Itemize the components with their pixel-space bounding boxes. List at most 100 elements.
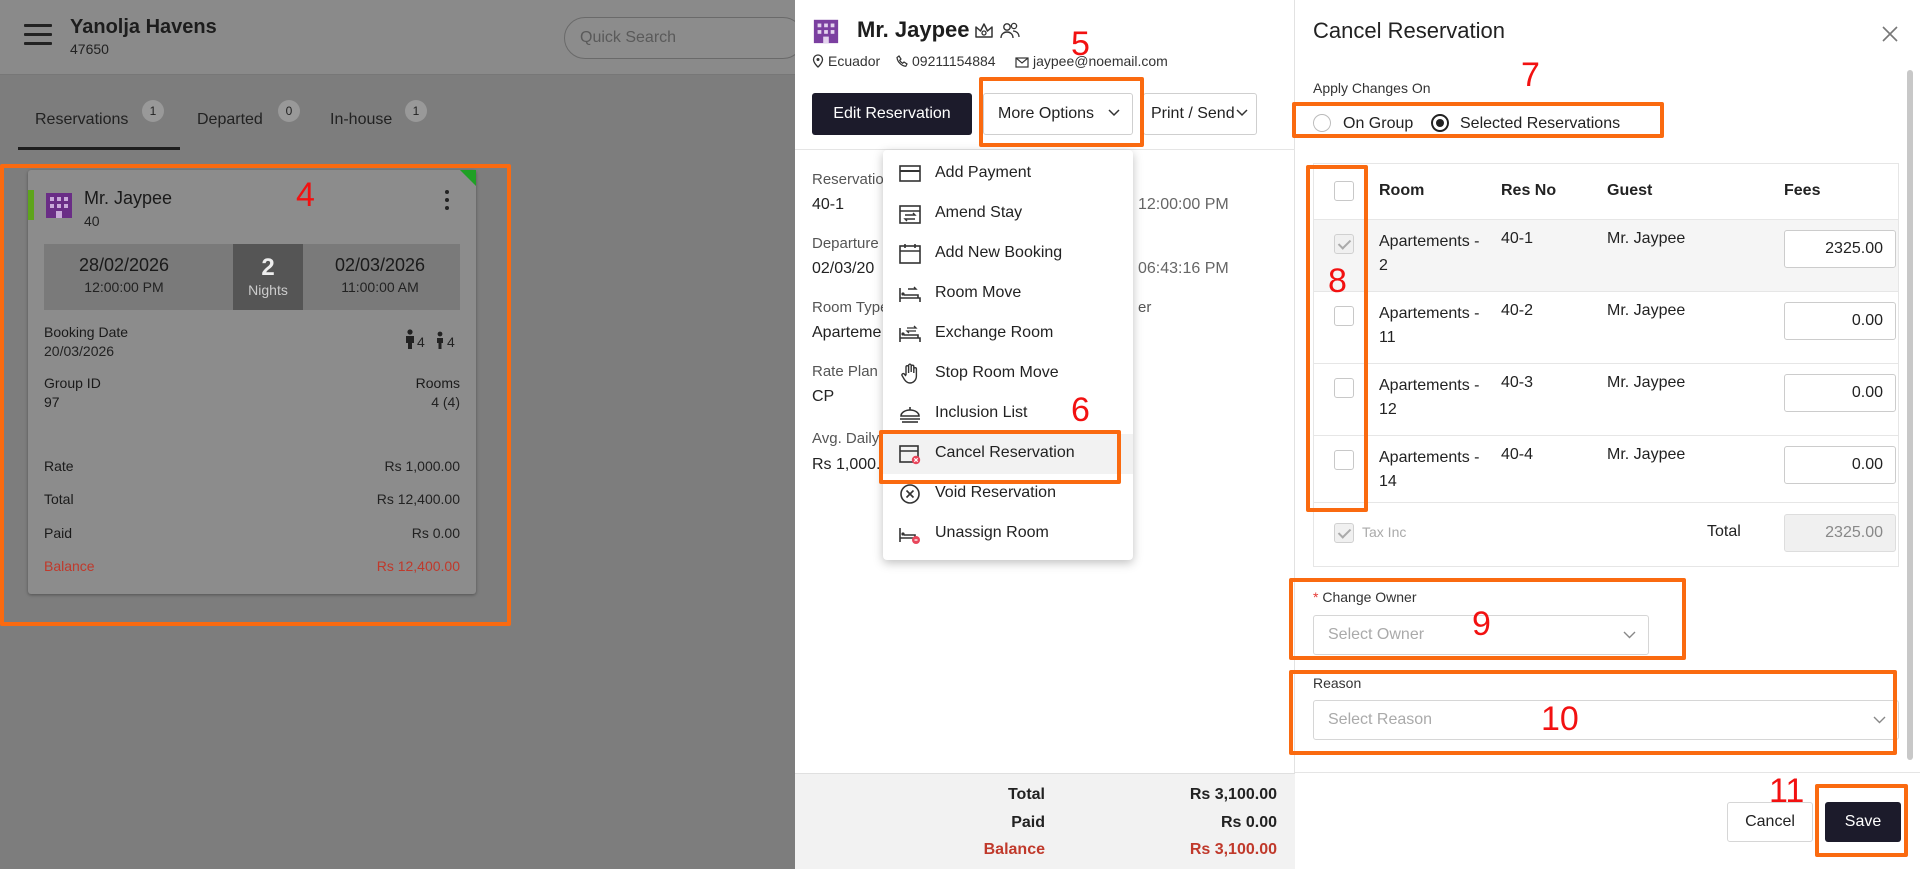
cutlery-icon [900, 407, 920, 423]
departure-label: Departure [812, 235, 879, 252]
bed-move-icon [899, 286, 921, 302]
close-icon[interactable] [1881, 25, 1899, 43]
table-row[interactable]: Apartements - 12 40-3 Mr. Jaypee 0.00 [1314, 363, 1898, 435]
annotation-number: 7 [1521, 56, 1540, 94]
guest-cell: Mr. Jaypee [1607, 302, 1686, 319]
quick-search-input[interactable]: Quick Search [564, 17, 804, 59]
panel-scrollbar[interactable] [1907, 70, 1913, 760]
footer-divider [1295, 772, 1920, 773]
menu-item-unassign-room[interactable]: Unassign Room [883, 514, 1133, 554]
circle-x-icon [900, 484, 920, 504]
menu-item-label: Room Move [935, 284, 1022, 301]
hand-stop-icon [901, 363, 918, 384]
guest-cell: Mr. Jaypee [1607, 230, 1686, 247]
arrival-time-value: 12:00:00 PM [1138, 196, 1229, 213]
mail-icon [1015, 57, 1029, 68]
annotation-number: 8 [1328, 262, 1347, 300]
edit-reservation-button[interactable]: Edit Reservation [812, 93, 972, 135]
calendar-swap-icon [899, 205, 921, 224]
location-pin-icon [812, 54, 824, 68]
menu-item-label: Stop Room Move [935, 364, 1059, 381]
guest-country: Ecuador [812, 53, 880, 69]
guest-name: Mr. Jaypee [857, 17, 970, 42]
room-type-value: Aparteme [812, 324, 882, 341]
menu-item-label: Void Reservation [935, 484, 1056, 501]
footer-paid-label: Paid [1011, 814, 1045, 831]
footer-balance-value: Rs 3,100.00 [1189, 841, 1277, 858]
tab-label: Departed [197, 111, 263, 128]
menu-item-inclusion-list[interactable]: Inclusion List [883, 394, 1133, 434]
room-cell: Apartements - 12 [1379, 377, 1480, 418]
tax-inc-checkbox[interactable] [1334, 523, 1354, 543]
res-no-cell: 40-3 [1501, 374, 1534, 391]
menu-item-label: Exchange Room [935, 324, 1054, 341]
tab-in-house[interactable]: In-house 1 [330, 92, 440, 150]
room-cell: Apartements - 14 [1379, 449, 1480, 490]
fee-input[interactable]: 0.00 [1784, 302, 1896, 340]
footer-total-value: Rs 3,100.00 [1189, 786, 1277, 803]
tab-count-badge: 1 [405, 100, 427, 122]
room-cell: Apartements - 11 [1379, 305, 1480, 346]
email-text: jaypee@noemail.com [1033, 53, 1168, 69]
menu-item-add-payment[interactable]: Add Payment [883, 154, 1133, 194]
group-icon[interactable] [999, 20, 1021, 42]
footer-total-label: Total [1007, 786, 1045, 803]
menu-item-add-new-booking[interactable]: Add New Booking [883, 234, 1133, 274]
table-total-row: Tax Inc Total 2325.00 [1314, 502, 1898, 566]
annotation-box-cancel-item [879, 430, 1121, 484]
more-options-menu: Add Payment Amend Stay Add New Booking R… [883, 150, 1133, 560]
menu-item-exchange-room[interactable]: Exchange Room [883, 314, 1133, 354]
menu-item-amend-stay[interactable]: Amend Stay [883, 194, 1133, 234]
phone-icon [896, 55, 908, 67]
room-type-label: Room Type [812, 299, 889, 316]
guest-cell: Mr. Jaypee [1607, 446, 1686, 463]
annotation-box-reason [1289, 670, 1897, 755]
panel-title: Cancel Reservation [1313, 18, 1505, 43]
tab-count-badge: 1 [142, 100, 164, 122]
annotation-number: 9 [1472, 605, 1491, 643]
annotation-box-save [1815, 784, 1908, 857]
fee-input[interactable]: 0.00 [1784, 374, 1896, 412]
tab-label: In-house [330, 111, 393, 128]
hotel-name: Yanolja Havens [70, 16, 217, 38]
country-text: Ecuador [828, 53, 881, 69]
card-icon [899, 165, 921, 182]
chevron-down-icon [1236, 109, 1248, 117]
bed-unassign-icon [899, 528, 920, 544]
calendar-icon [899, 244, 921, 264]
menu-item-label: Amend Stay [935, 204, 1023, 221]
crown-icon[interactable] [973, 20, 995, 42]
res-no-cell: 40-4 [1501, 446, 1534, 463]
annotation-number: 6 [1071, 391, 1090, 429]
tab-reservations[interactable]: Reservations 1 [18, 92, 180, 150]
detail-totals: Total Rs 3,100.00 Paid Rs 0.00 Balance R… [795, 773, 1295, 869]
menu-item-label: Add New Booking [935, 244, 1063, 261]
reservation-value: 40-1 [812, 196, 845, 213]
table-row[interactable]: Apartements - 14 40-4 Mr. Jaypee 0.00 [1314, 435, 1898, 507]
footer-balance-label: Balance [983, 841, 1045, 858]
hotel-code: 47650 [70, 41, 109, 57]
menu-item-stop-room-move[interactable]: Stop Room Move [883, 354, 1133, 394]
total-label: Total [1707, 523, 1741, 540]
annotation-box-more-options [979, 77, 1144, 147]
annotation-box-apply-changes [1292, 102, 1664, 138]
annotation-number: 10 [1541, 700, 1579, 738]
tab-departed[interactable]: Departed 0 [197, 92, 307, 150]
apply-changes-label: Apply Changes On [1313, 80, 1431, 96]
menu-item-room-move[interactable]: Room Move [883, 274, 1133, 314]
table-row[interactable]: Apartements - 2 40-1 Mr. Jaypee 2325.00 [1314, 219, 1898, 291]
menu-item-label: Unassign Room [935, 524, 1049, 541]
annotation-number: 11 [1769, 772, 1805, 810]
rate-plan-value: CP [812, 388, 835, 405]
table-row[interactable]: Apartements - 11 40-2 Mr. Jaypee 0.00 [1314, 291, 1898, 363]
tab-count-badge: 0 [278, 100, 300, 122]
hamburger-menu-icon[interactable] [24, 24, 52, 46]
fee-input[interactable]: 0.00 [1784, 446, 1896, 484]
building-icon [812, 17, 840, 45]
owner-label: er [1138, 299, 1152, 316]
fee-input[interactable]: 2325.00 [1784, 230, 1896, 268]
guest-phone: 09211154884 [896, 53, 996, 69]
print-send-button[interactable]: Print / Send [1143, 93, 1257, 135]
rate-plan-label: Rate Plan [812, 363, 878, 380]
reservation-label: Reservatio [812, 171, 884, 188]
